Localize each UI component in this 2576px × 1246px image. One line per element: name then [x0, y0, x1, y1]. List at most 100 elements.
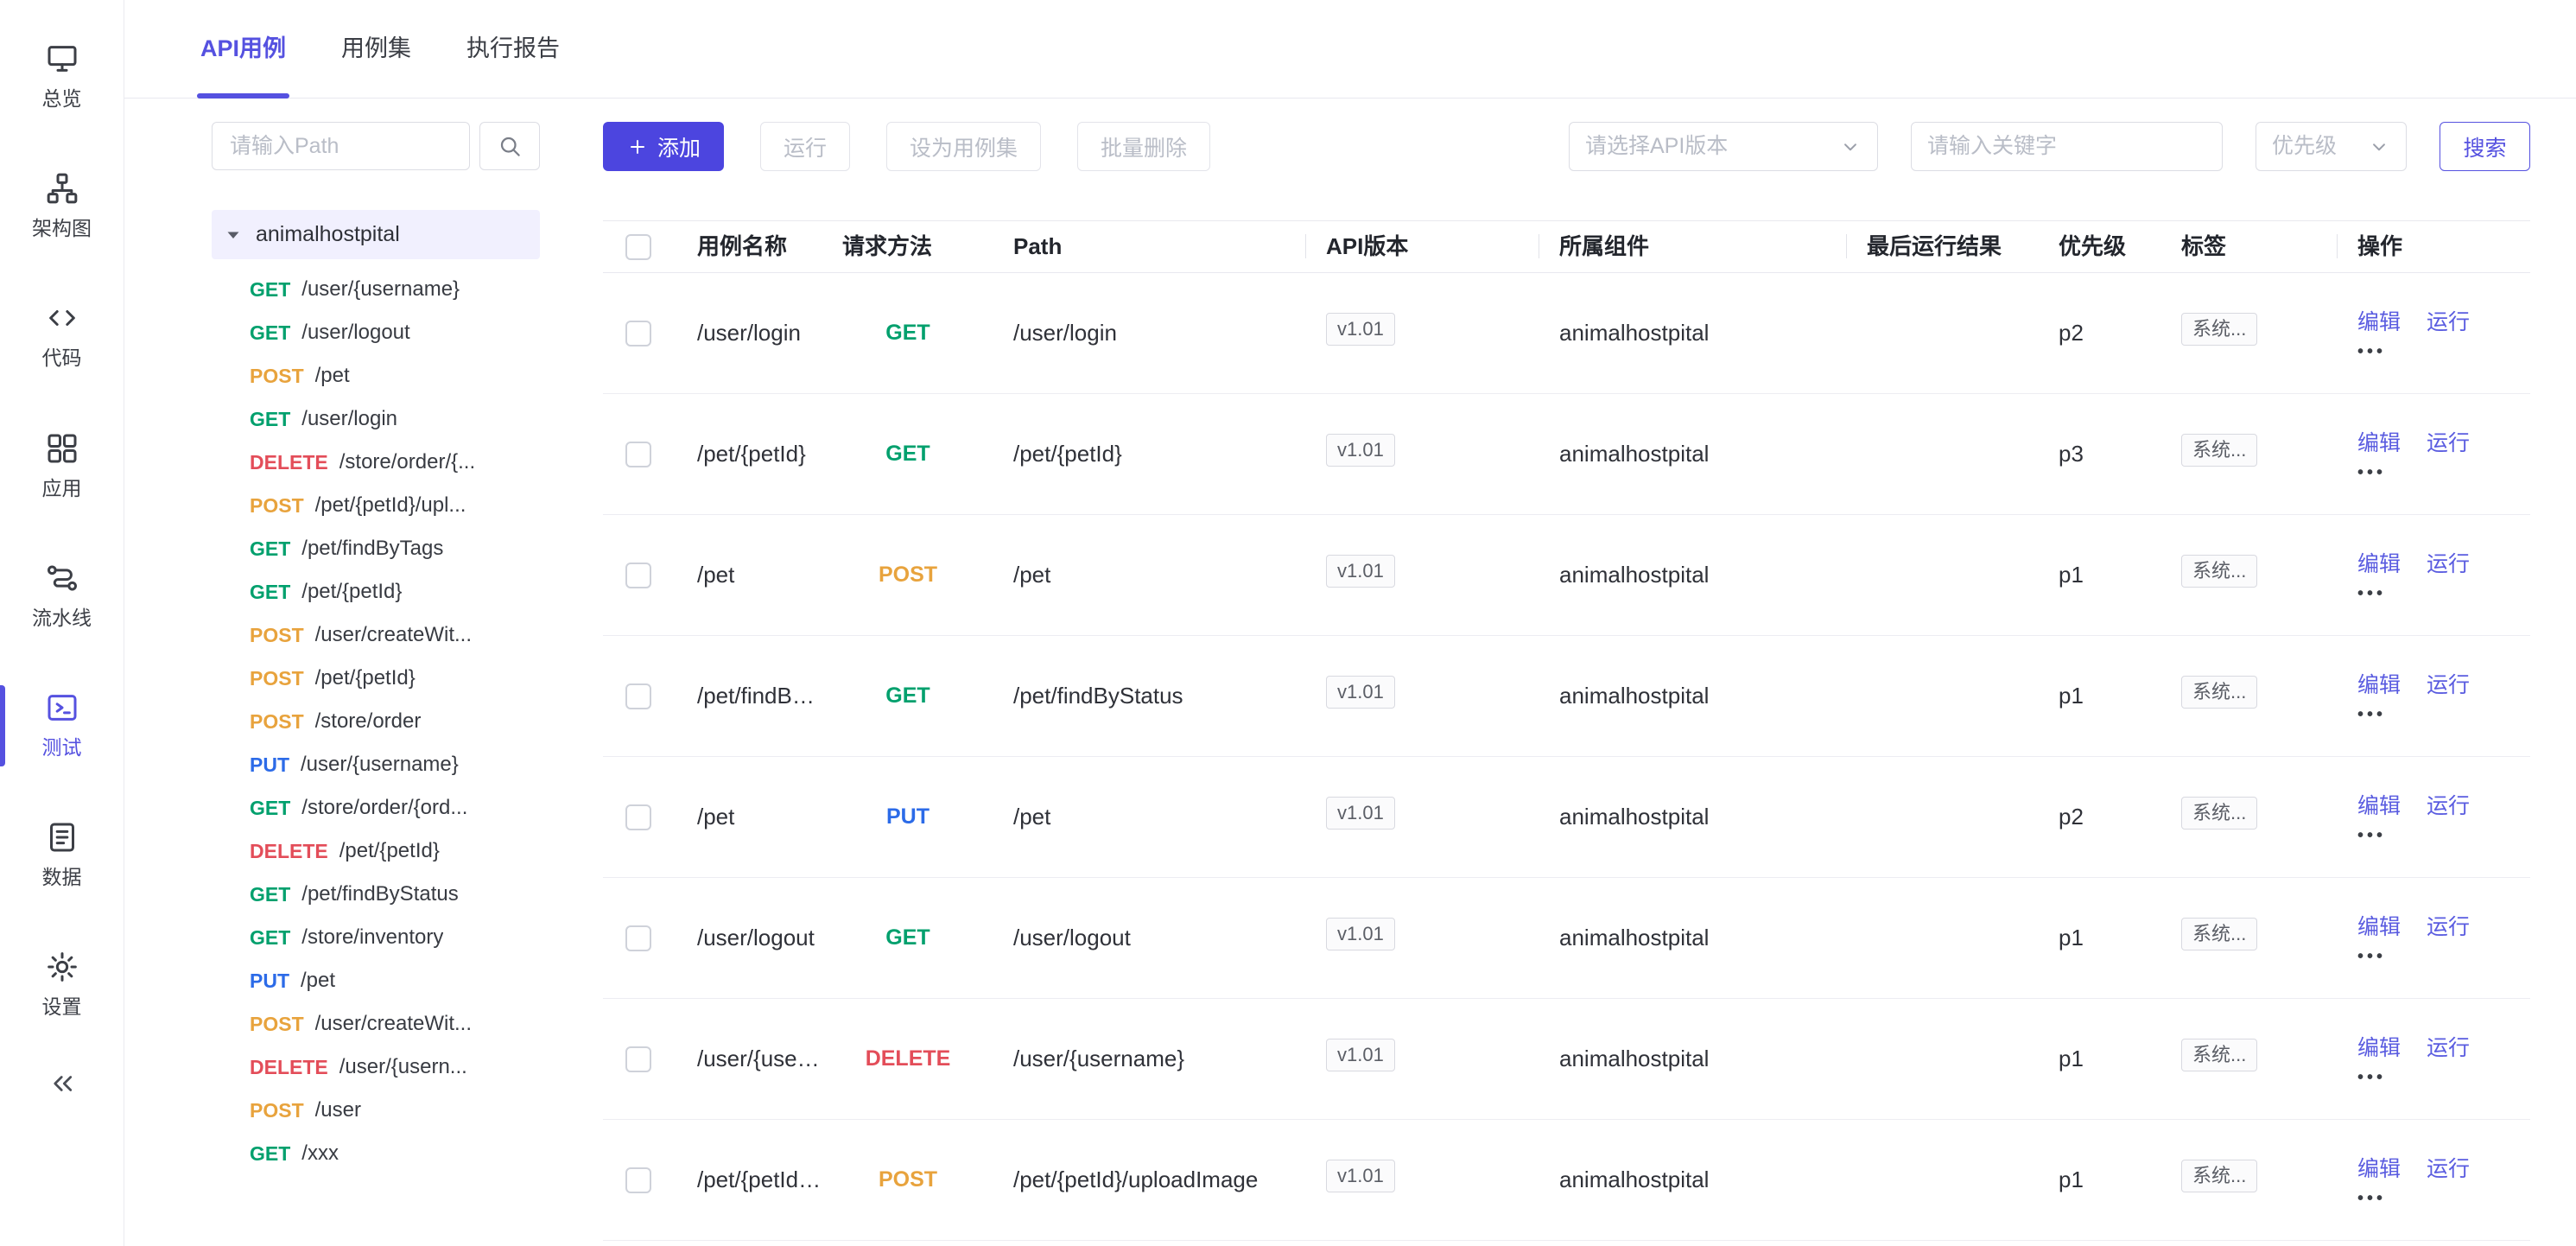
priority-label: p3	[2039, 438, 2161, 469]
tag-badge: 系统...	[2181, 434, 2257, 467]
more-actions-button[interactable]: •••	[2357, 708, 2386, 722]
sidebar-item-code[interactable]: 代码	[0, 289, 124, 384]
edit-link[interactable]: 编辑	[2357, 671, 2401, 701]
run-link[interactable]: 运行	[2427, 791, 2470, 822]
row-checkbox[interactable]	[625, 563, 651, 588]
run-link[interactable]: 运行	[2427, 912, 2470, 943]
tree-item[interactable]: GET /pet/findByStatus	[212, 873, 540, 916]
row-checkbox[interactable]	[625, 321, 651, 346]
priority-label: p2	[2039, 317, 2161, 348]
sidebar-item-test[interactable]: 测试	[0, 678, 124, 773]
edit-link[interactable]: 编辑	[2357, 550, 2401, 580]
tab-reports[interactable]: 执行报告	[463, 0, 563, 98]
row-checkbox[interactable]	[625, 683, 651, 709]
more-actions-button[interactable]: •••	[2357, 587, 2386, 601]
api-path: /pet/findByStatus	[993, 680, 1306, 711]
api-path-label: /pet/findByStatus	[301, 880, 458, 909]
run-link[interactable]: 运行	[2427, 671, 2470, 701]
cases-pane: 添加 运行 设为用例集 批量删除 请选择API版本 优先级 搜索	[603, 122, 2530, 1246]
tree-item[interactable]: DELETE /user/{usern...	[212, 1046, 540, 1089]
edit-link[interactable]: 编辑	[2357, 1033, 2401, 1064]
tree-item[interactable]: GET /user/{username}	[212, 268, 540, 311]
tree-item[interactable]: POST /pet/{petId}	[212, 657, 540, 700]
sidebar-item-overview[interactable]: 总览	[0, 29, 124, 124]
tree-item[interactable]: GET /store/order/{ord...	[212, 786, 540, 830]
tree-item[interactable]: POST /store/order	[212, 700, 540, 743]
run-link[interactable]: 运行	[2427, 429, 2470, 459]
more-actions-button[interactable]: •••	[2357, 1192, 2386, 1205]
run-link[interactable]: 运行	[2427, 550, 2470, 580]
row-checkbox[interactable]	[625, 804, 651, 830]
toolbar: 添加 运行 设为用例集 批量删除 请选择API版本 优先级 搜索	[603, 122, 2530, 171]
keyword-input[interactable]	[1911, 122, 2223, 171]
gear-icon	[45, 950, 79, 984]
collapse-sidebar-button[interactable]	[47, 1068, 78, 1099]
tree-item[interactable]: POST /user	[212, 1089, 540, 1132]
tree-item[interactable]: GET /pet/findByTags	[212, 527, 540, 570]
sidebar-item-settings[interactable]: 设置	[0, 938, 124, 1033]
search-button[interactable]: 搜索	[2440, 122, 2530, 171]
select-all-checkbox[interactable]	[625, 234, 651, 260]
priority-label: p1	[2039, 680, 2161, 711]
edit-link[interactable]: 编辑	[2357, 791, 2401, 822]
add-button[interactable]: 添加	[603, 122, 724, 171]
component-name: animalhostpital	[1539, 680, 1847, 711]
set-collection-button[interactable]: 设为用例集	[886, 122, 1041, 171]
tree-item[interactable]: DELETE /store/order/{...	[212, 441, 540, 484]
table-body: /user/login GET /user/login v1.01 animal…	[603, 273, 2530, 1241]
tree-pane: animalhostpital GET /user/{username} GET…	[212, 122, 540, 1246]
run-link[interactable]: 运行	[2427, 308, 2470, 338]
priority-select[interactable]: 优先级	[2256, 122, 2407, 171]
sidebar-item-architecture[interactable]: 架构图	[0, 159, 124, 254]
api-version-tag: v1.01	[1326, 313, 1395, 346]
content: animalhostpital GET /user/{username} GET…	[124, 99, 2576, 1246]
row-checkbox[interactable]	[625, 925, 651, 951]
tree-item[interactable]: PUT /user/{username}	[212, 743, 540, 786]
more-actions-button[interactable]: •••	[2357, 345, 2386, 359]
sidebar-item-label: 应用	[42, 474, 82, 502]
more-actions-button[interactable]: •••	[2357, 829, 2386, 842]
edit-link[interactable]: 编辑	[2357, 1154, 2401, 1185]
tree-item[interactable]: DELETE /pet/{petId}	[212, 830, 540, 873]
api-version-select[interactable]: 请选择API版本	[1569, 122, 1878, 171]
tree-root-node[interactable]: animalhostpital	[212, 210, 540, 259]
tab-case-sets[interactable]: 用例集	[338, 0, 415, 98]
tree-item[interactable]: GET /store/inventory	[212, 916, 540, 959]
tree-item[interactable]: GET /user/logout	[212, 311, 540, 354]
http-method-label: GET	[250, 276, 290, 303]
tree-item[interactable]: POST /pet/{petId}/upl...	[212, 484, 540, 527]
more-actions-button[interactable]: •••	[2357, 1071, 2386, 1084]
tree-item[interactable]: POST /pet	[212, 354, 540, 397]
edit-link[interactable]: 编辑	[2357, 308, 2401, 338]
table-row: /user/logout GET /user/logout v1.01 anim…	[603, 878, 2530, 999]
more-actions-button[interactable]: •••	[2357, 950, 2386, 963]
sidebar-item-pipeline[interactable]: 流水线	[0, 549, 124, 644]
api-version-tag: v1.01	[1326, 918, 1395, 951]
run-link[interactable]: 运行	[2427, 1033, 2470, 1064]
row-checkbox[interactable]	[625, 1046, 651, 1072]
api-path: /pet/{petId}/uploadImage	[993, 1164, 1306, 1195]
edit-link[interactable]: 编辑	[2357, 912, 2401, 943]
row-checkbox[interactable]	[625, 1167, 651, 1193]
sidebar-item-data[interactable]: 数据	[0, 808, 124, 903]
batch-delete-button[interactable]: 批量删除	[1077, 122, 1210, 171]
tab-api-cases[interactable]: API用例	[197, 0, 289, 98]
path-search-input[interactable]	[212, 122, 470, 170]
row-checkbox[interactable]	[625, 442, 651, 467]
more-actions-button[interactable]: •••	[2357, 466, 2386, 480]
tree-search-button[interactable]	[479, 122, 540, 170]
request-method: GET	[822, 439, 993, 469]
edit-link[interactable]: 编辑	[2357, 429, 2401, 459]
tree-item[interactable]: PUT /pet	[212, 959, 540, 1002]
tree-item[interactable]: GET /pet/{petId}	[212, 570, 540, 613]
run-button[interactable]: 运行	[760, 122, 850, 171]
api-path-label: /pet/{petId}	[339, 836, 440, 866]
tree-item[interactable]: POST /user/createWit...	[212, 1002, 540, 1046]
request-method: PUT	[822, 802, 993, 832]
tree-item[interactable]: GET /xxx	[212, 1132, 540, 1175]
sidebar-item-label: 总览	[42, 85, 82, 112]
sidebar-item-apps[interactable]: 应用	[0, 419, 124, 514]
tree-item[interactable]: GET /user/login	[212, 397, 540, 441]
run-link[interactable]: 运行	[2427, 1154, 2470, 1185]
tree-item[interactable]: POST /user/createWit...	[212, 613, 540, 657]
